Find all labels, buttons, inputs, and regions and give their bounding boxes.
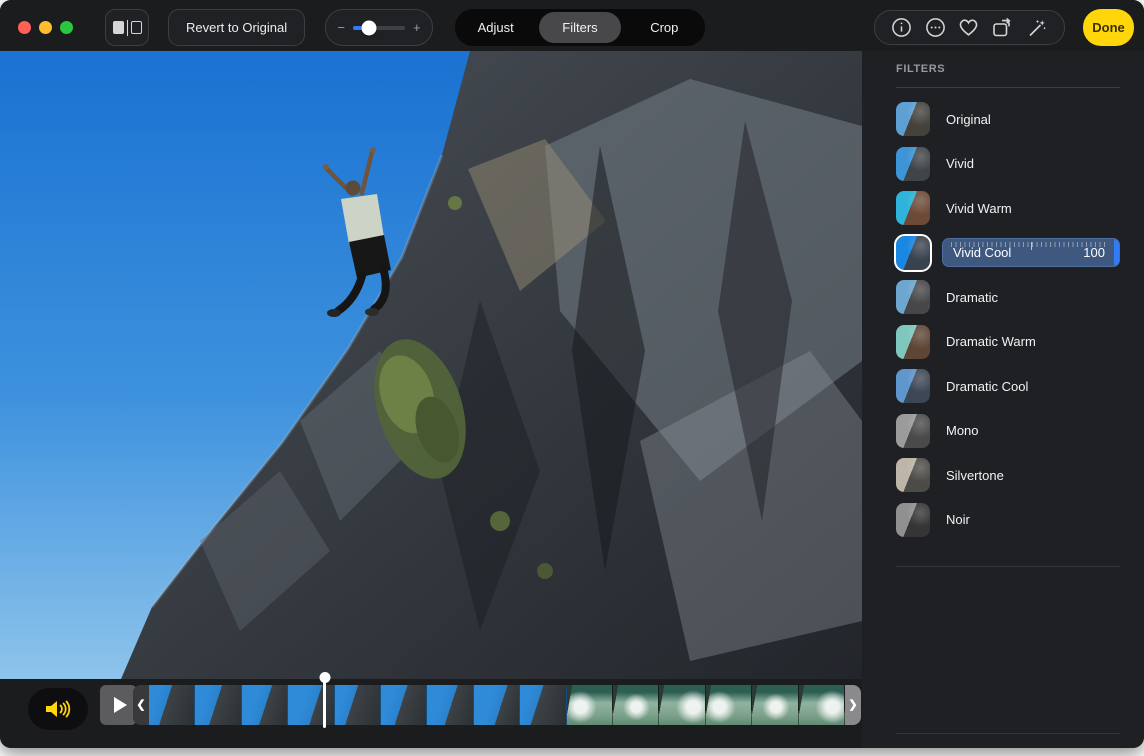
filmstrip-frame[interactable] <box>335 685 381 725</box>
tab-adjust[interactable]: Adjust <box>455 12 536 43</box>
toolbar: Revert to Original − + Adjust Filters Cr… <box>0 0 1144 51</box>
filter-thumbnail[interactable] <box>896 325 930 359</box>
favorite-icon[interactable] <box>958 18 979 37</box>
filmstrip-frame[interactable] <box>799 685 845 725</box>
play-icon <box>114 697 127 713</box>
divider <box>896 733 1120 734</box>
edit-mode-segmented-control: Adjust Filters Crop <box>455 9 705 46</box>
filter-label: Dramatic Cool <box>946 379 1028 394</box>
tab-filters[interactable]: Filters <box>539 12 620 43</box>
filter-label: Mono <box>946 423 979 438</box>
info-icon[interactable] <box>891 17 912 38</box>
filter-label: Original <box>946 112 991 127</box>
filmstrip-frame[interactable] <box>706 685 752 725</box>
fullscreen-button[interactable] <box>60 21 73 34</box>
filter-option[interactable]: Dramatic Warm <box>896 320 1120 365</box>
filter-option[interactable]: Dramatic <box>896 275 1120 320</box>
filter-thumbnail[interactable] <box>896 280 930 314</box>
rotate-icon[interactable] <box>991 17 1013 39</box>
tab-crop[interactable]: Crop <box>624 12 705 43</box>
filter-option[interactable]: Silvertone <box>896 453 1120 498</box>
filter-label: Vivid <box>946 156 974 171</box>
compare-before-after-button[interactable] <box>105 9 149 46</box>
selected-filter-name: Vivid Cool <box>953 245 1011 260</box>
filter-intensity-slider[interactable]: Vivid Cool 100 <box>942 238 1120 267</box>
filter-option[interactable]: Noir <box>896 498 1120 543</box>
action-icons-group <box>874 10 1065 45</box>
filmstrip-frame[interactable] <box>381 685 427 725</box>
playhead[interactable] <box>323 680 326 728</box>
filmstrip-frame[interactable] <box>427 685 473 725</box>
video-canvas <box>0 51 862 679</box>
filmstrip-frame[interactable] <box>474 685 520 725</box>
auto-enhance-icon[interactable] <box>1026 17 1048 39</box>
filters-panel-title: FILTERS <box>896 63 1120 75</box>
filter-option[interactable]: Vivid Cool 100 <box>896 231 1120 276</box>
filter-option[interactable]: Vivid <box>896 142 1120 187</box>
filmstrip-frame[interactable] <box>288 685 334 725</box>
filter-thumbnail[interactable] <box>896 414 930 448</box>
zoom-out-icon[interactable]: − <box>337 21 345 34</box>
more-icon[interactable] <box>925 17 946 38</box>
zoom-slider: − + <box>325 9 433 46</box>
filmstrip-frame[interactable] <box>242 685 288 725</box>
mute-button[interactable] <box>28 688 88 730</box>
filter-thumbnail[interactable] <box>896 503 930 537</box>
filmstrip[interactable] <box>149 685 845 725</box>
filter-thumbnail[interactable] <box>896 191 930 225</box>
filter-thumbnail[interactable] <box>896 147 930 181</box>
filmstrip-frame[interactable] <box>567 685 613 725</box>
filmstrip-frame[interactable] <box>520 685 566 725</box>
zoom-slider-knob[interactable] <box>361 20 376 35</box>
filter-option[interactable]: Original <box>896 97 1120 142</box>
close-button[interactable] <box>18 21 31 34</box>
video-player-bar: ❮ ❯ <box>0 679 862 748</box>
divider <box>896 87 1120 88</box>
filters-panel: FILTERS Original Vivid Vivid Warm Vivid … <box>862 51 1144 748</box>
filter-label: Dramatic Warm <box>946 334 1036 349</box>
filmstrip-frame[interactable] <box>613 685 659 725</box>
filter-thumbnail[interactable] <box>896 458 930 492</box>
filter-thumbnail[interactable] <box>896 236 930 270</box>
divider <box>896 566 1120 567</box>
zoom-slider-track[interactable] <box>353 26 405 30</box>
filter-thumbnail[interactable] <box>896 369 930 403</box>
speaker-on-icon <box>44 699 72 719</box>
minimize-button[interactable] <box>39 21 52 34</box>
filmstrip-frame[interactable] <box>659 685 705 725</box>
filter-option[interactable]: Vivid Warm <box>896 186 1120 231</box>
revert-to-original-button[interactable]: Revert to Original <box>168 9 305 46</box>
filmstrip-frame[interactable] <box>149 685 195 725</box>
done-button[interactable]: Done <box>1083 9 1134 46</box>
filter-label: Noir <box>946 512 970 527</box>
filmstrip-frame[interactable] <box>752 685 798 725</box>
filter-option[interactable]: Dramatic Cool <box>896 364 1120 409</box>
traffic-lights <box>18 21 73 34</box>
photos-video-edit-window: Revert to Original − + Adjust Filters Cr… <box>0 0 1144 748</box>
filter-label: Vivid Warm <box>946 201 1012 216</box>
filter-list: Original Vivid Vivid Warm Vivid Cool 100… <box>896 97 1120 542</box>
before-after-icon <box>113 20 142 36</box>
filter-label: Dramatic <box>946 290 998 305</box>
zoom-in-icon[interactable]: + <box>413 21 421 34</box>
filmstrip-frame[interactable] <box>195 685 241 725</box>
filter-thumbnail[interactable] <box>896 102 930 136</box>
slider-handle[interactable] <box>1114 239 1119 266</box>
play-button[interactable] <box>100 685 137 725</box>
video-timeline: ❮ ❯ <box>133 685 861 725</box>
trim-handle-right[interactable]: ❯ <box>845 685 861 725</box>
trim-handle-left[interactable]: ❮ <box>133 685 149 725</box>
cliff-jump-video-frame <box>0 51 862 679</box>
filter-label: Silvertone <box>946 468 1004 483</box>
filter-intensity-value: 100 <box>1083 245 1105 260</box>
filter-option[interactable]: Mono <box>896 409 1120 454</box>
